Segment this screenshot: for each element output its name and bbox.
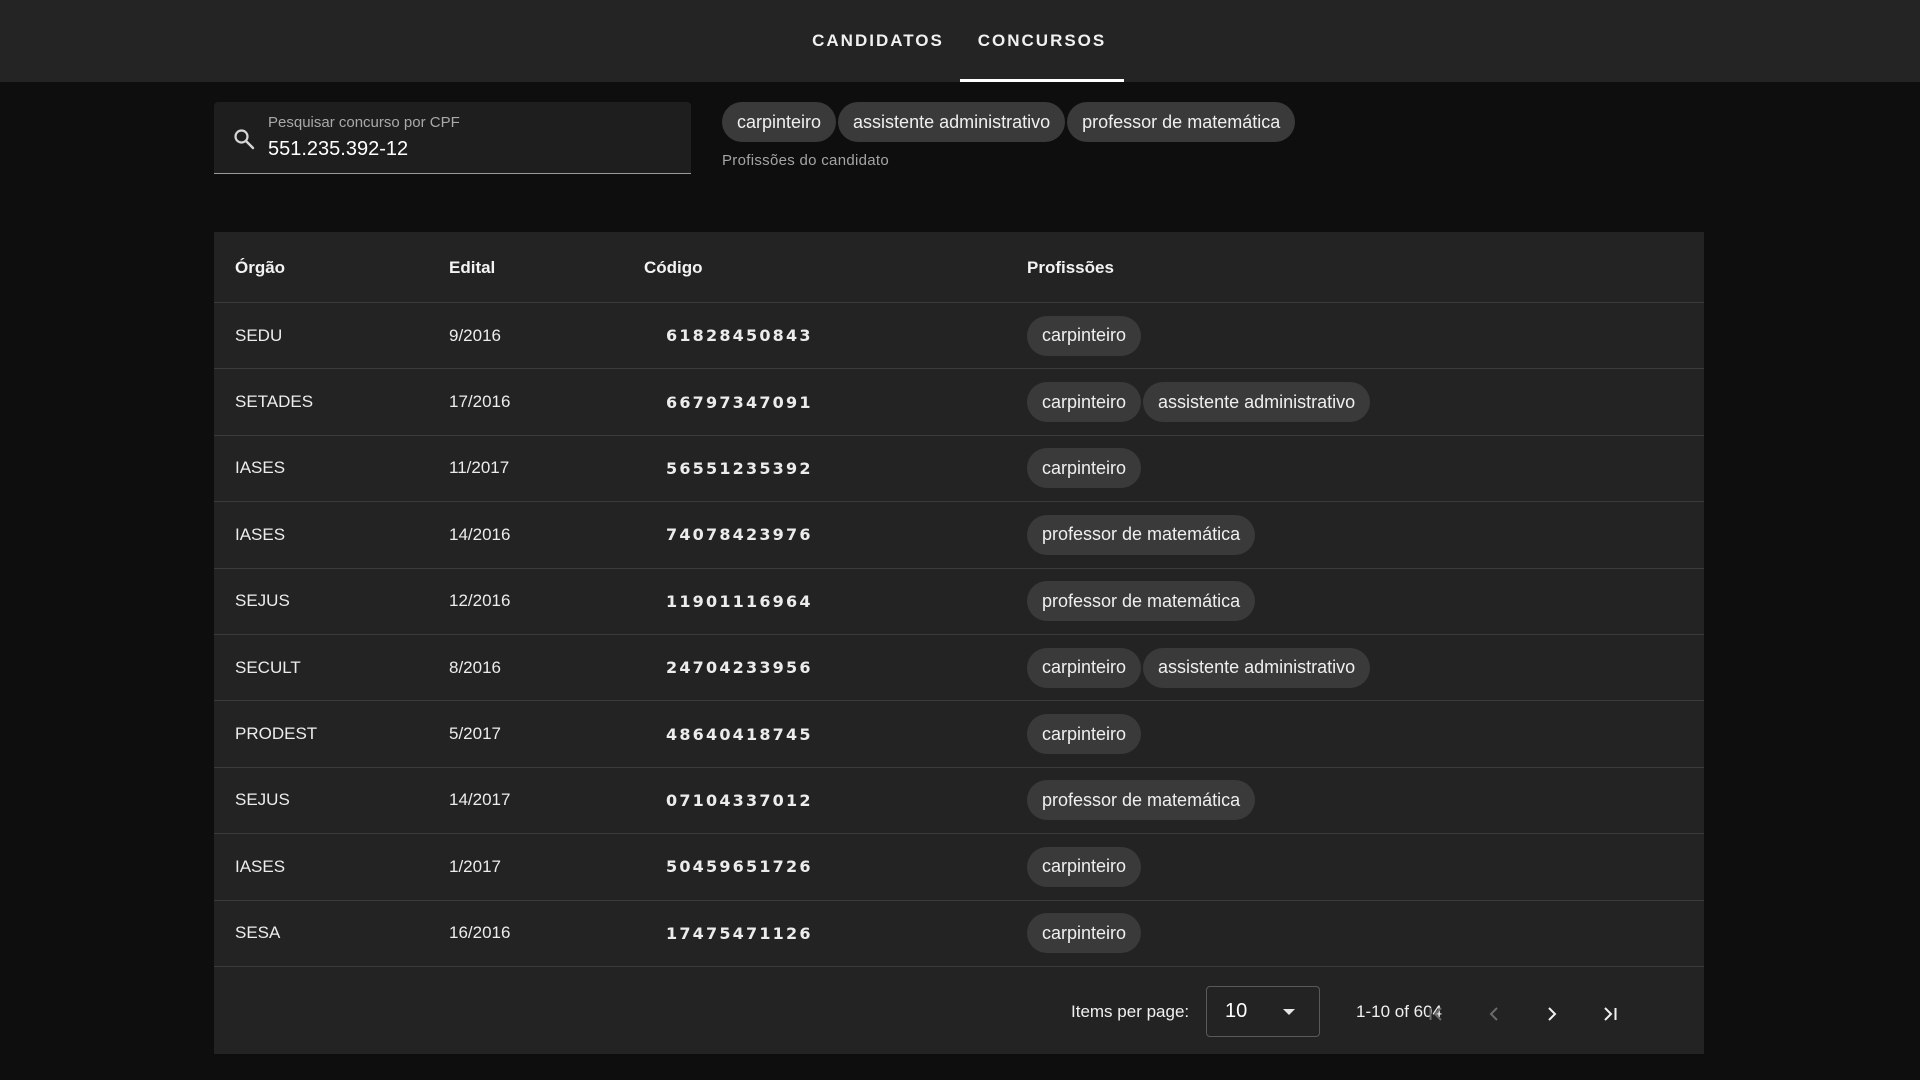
column-header-edital: Edital <box>449 257 496 277</box>
table-row: IASES 11/2017 56551235392 carpinteiro <box>214 436 1704 503</box>
cell-orgao: PRODEST <box>235 724 318 744</box>
items-per-page-value: 10 <box>1225 1000 1248 1022</box>
candidate-professions: carpinteiro assistente administrativo pr… <box>722 102 1296 142</box>
cell-profissoes: professor de matemática <box>1027 768 1256 833</box>
profession-chip: professor de matemática <box>1027 780 1256 821</box>
top-navigation: CANDIDATOS CONCURSOS <box>0 0 1920 82</box>
cell-codigo: 48640418745 <box>666 724 813 744</box>
cell-edital: 12/2016 <box>449 591 511 611</box>
cell-profissoes: carpinteiro <box>1027 901 1142 966</box>
dropdown-arrow-icon <box>1283 1009 1295 1015</box>
cell-codigo: 50459651726 <box>666 857 813 877</box>
cell-edital: 1/2017 <box>449 856 501 876</box>
tab-concursos[interactable]: CONCURSOS <box>960 0 1124 82</box>
table-row: PRODEST 5/2017 48640418745 carpinteiro <box>214 701 1704 768</box>
profession-chip: carpinteiro <box>1027 315 1142 356</box>
profession-chip: assistente administrativo <box>1143 647 1371 688</box>
table-row: IASES 1/2017 50459651726 carpinteiro <box>214 834 1704 901</box>
profession-chip: carpinteiro <box>1027 382 1142 423</box>
cell-edital: 5/2017 <box>449 724 501 744</box>
cell-codigo: 66797347091 <box>666 392 813 412</box>
profession-chip: professor de matemática <box>1027 514 1256 555</box>
cell-codigo: 17475471126 <box>666 923 813 943</box>
cell-edital: 8/2016 <box>449 657 501 677</box>
candidate-profession-chip: carpinteiro <box>722 102 837 142</box>
cell-edital: 14/2017 <box>449 790 511 810</box>
chevron-left-icon <box>1489 1007 1498 1021</box>
cell-orgao: IASES <box>235 458 286 478</box>
last-page-icon <box>1604 1007 1617 1021</box>
tab-candidatos[interactable]: CANDIDATOS <box>796 0 960 82</box>
cell-profissoes: carpinteiro assistente administrativo <box>1027 635 1371 700</box>
table-row: SETADES 17/2016 66797347091 carpinteiro assi… <box>214 369 1704 436</box>
table-header: Órgão Edital Código Profissões <box>214 232 1704 303</box>
cell-edital: 17/2016 <box>449 392 511 412</box>
cell-profissoes: carpinteiro assistente administrativo <box>1027 369 1371 434</box>
cell-codigo: 11901116964 <box>666 591 813 611</box>
items-per-page-select[interactable]: 10 <box>1206 986 1320 1037</box>
cell-orgao: SEJUS <box>235 790 290 810</box>
items-per-page-label: Items per page: <box>1071 1002 1190 1021</box>
column-header-orgao: Órgão <box>235 257 286 277</box>
candidate-profession-chip: assistente administrativo <box>838 102 1066 142</box>
cell-codigo: 74078423976 <box>666 525 813 545</box>
cell-orgao: SEDU <box>235 325 283 345</box>
last-page-button[interactable] <box>1590 994 1630 1034</box>
cell-codigo: 24704233956 <box>666 658 813 678</box>
cell-orgao: SESA <box>235 923 281 943</box>
first-page-button[interactable] <box>1416 994 1456 1034</box>
cell-profissoes: professor de matemática <box>1027 502 1256 567</box>
candidate-profession-chip: professor de matemática <box>1067 102 1296 142</box>
table-row: SEJUS 14/2017 07104337012 professor de mate… <box>214 768 1704 835</box>
cell-orgao: IASES <box>235 856 286 876</box>
cell-edital: 9/2016 <box>449 325 501 345</box>
chevron-right-icon <box>1548 1007 1557 1021</box>
column-header-profissoes: Profissões <box>1027 257 1114 277</box>
previous-page-button[interactable] <box>1474 994 1514 1034</box>
cell-profissoes: professor de matemática <box>1027 569 1256 634</box>
table-row: IASES 14/2016 74078423976 professor de mate… <box>214 502 1704 569</box>
cpf-search-field[interactable]: Pesquisar concurso por CPF <box>214 102 691 174</box>
next-page-button[interactable] <box>1532 994 1572 1034</box>
cell-profissoes: carpinteiro <box>1027 701 1142 766</box>
search-label: Pesquisar concurso por CPF <box>268 114 460 131</box>
cell-profissoes: carpinteiro <box>1027 303 1142 368</box>
cell-orgao: SECULT <box>235 657 301 677</box>
paginator: Items per page: 10 1-10 of 604 <box>214 974 1704 1054</box>
cell-edital: 16/2016 <box>449 923 511 943</box>
cell-profissoes: carpinteiro <box>1027 436 1142 501</box>
cell-orgao: SEJUS <box>235 591 290 611</box>
table-body: SEDU 9/2016 61828450843 carpinteiro SETADES 1… <box>214 303 1704 967</box>
profession-chip: carpinteiro <box>1027 714 1142 755</box>
cell-codigo: 07104337012 <box>666 790 813 810</box>
profession-chip: carpinteiro <box>1027 846 1142 887</box>
table-row: SEDU 9/2016 61828450843 carpinteiro <box>214 303 1704 370</box>
cell-codigo: 61828450843 <box>666 326 813 346</box>
profession-chip: assistente administrativo <box>1143 382 1371 423</box>
profession-chip: professor de matemática <box>1027 581 1256 622</box>
cell-orgao: IASES <box>235 524 286 544</box>
first-page-icon <box>1429 1007 1442 1021</box>
cell-edital: 14/2016 <box>449 524 511 544</box>
table-row: SECULT 8/2016 24704233956 carpinteiro assist… <box>214 635 1704 702</box>
candidate-professions-hint: Profissões do candidato <box>722 152 889 169</box>
cell-profissoes: carpinteiro <box>1027 834 1142 899</box>
profession-chip: carpinteiro <box>1027 448 1142 489</box>
profession-chip: carpinteiro <box>1027 647 1142 688</box>
contests-table-card: Órgão Edital Código Profissões SEDU 9/201… <box>214 232 1704 1054</box>
table-row: SESA 16/2016 17475471126 carpinteiro <box>214 901 1704 967</box>
table-row: SEJUS 12/2016 11901116964 professor de mate… <box>214 569 1704 635</box>
cell-edital: 11/2017 <box>449 458 510 478</box>
column-header-codigo: Código <box>644 257 703 277</box>
search-icon <box>232 127 256 151</box>
cell-orgao: SETADES <box>235 392 314 412</box>
cell-codigo: 56551235392 <box>666 458 813 478</box>
cpf-search-input[interactable] <box>268 138 668 161</box>
profession-chip: carpinteiro <box>1027 913 1142 954</box>
